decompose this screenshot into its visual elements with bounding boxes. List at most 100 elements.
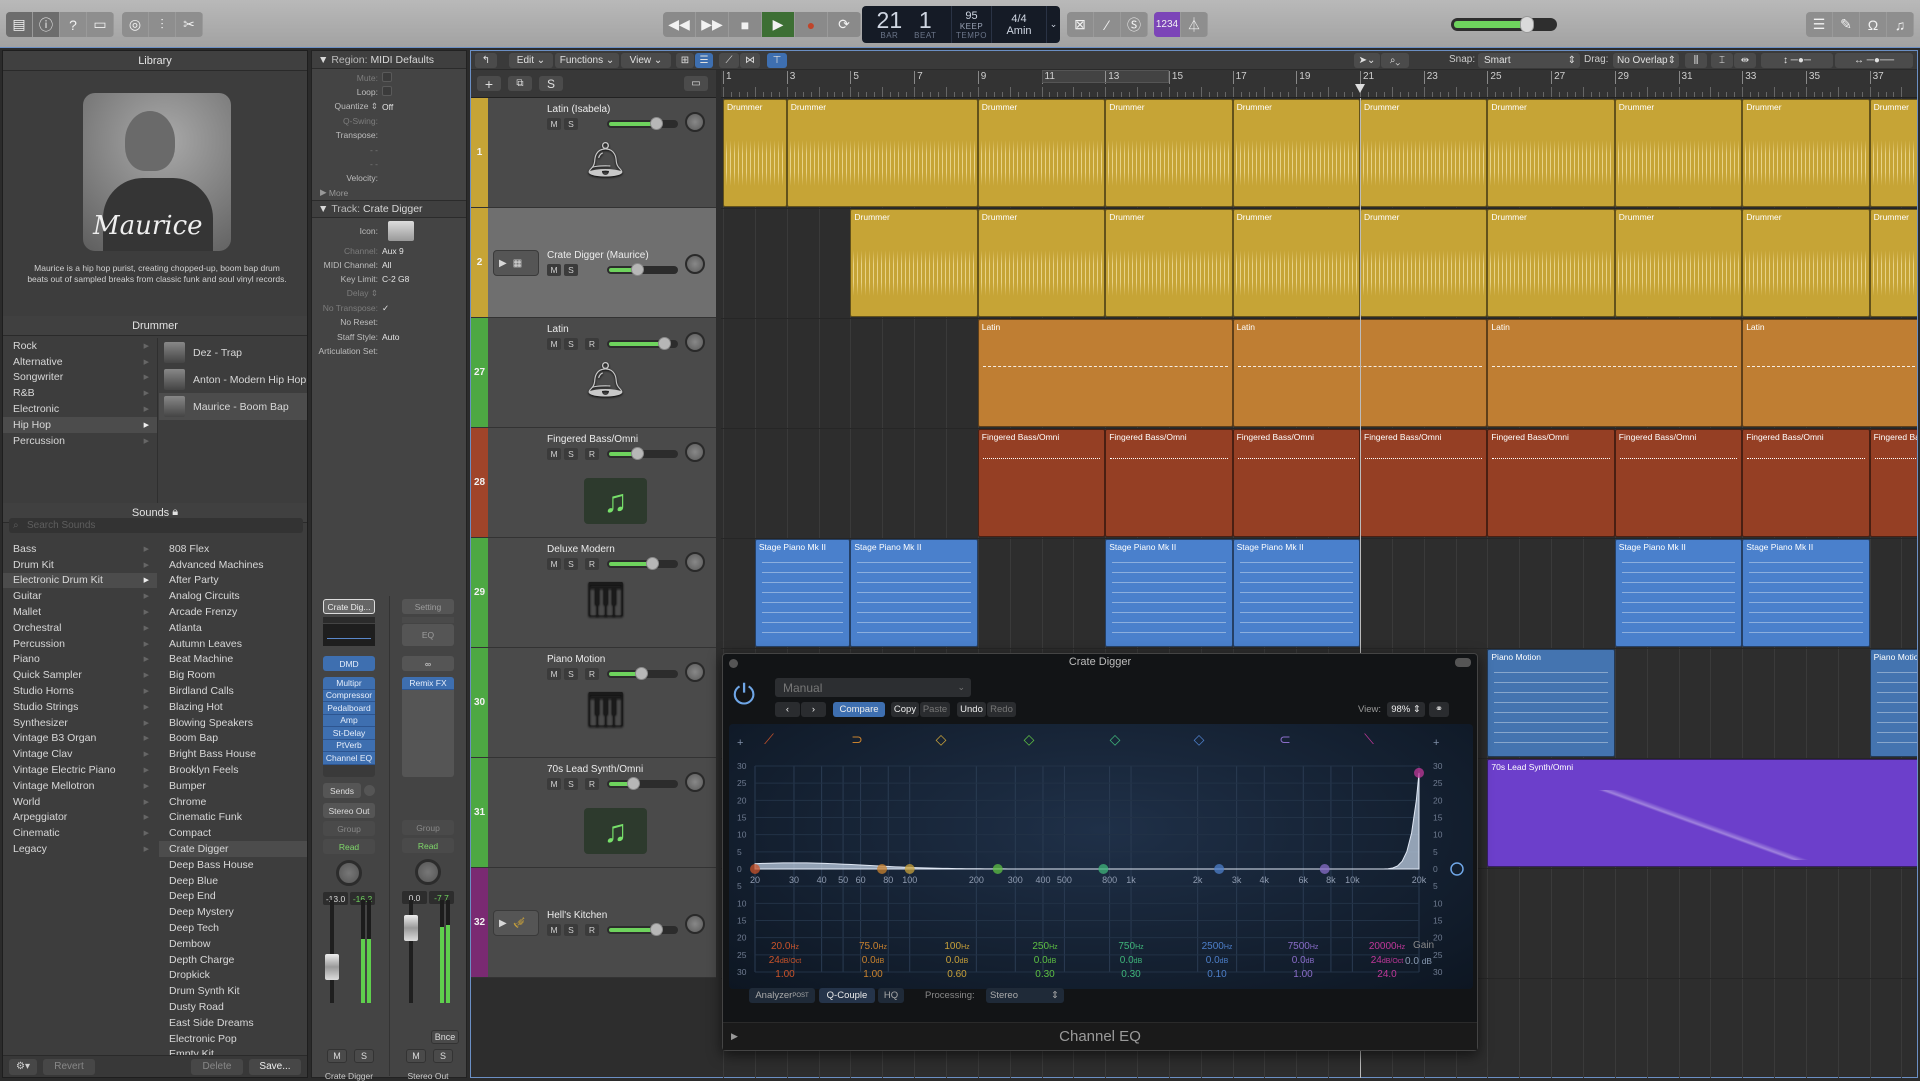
- patch-item[interactable]: Dembow: [159, 936, 307, 952]
- solo-button[interactable]: S: [433, 1049, 453, 1063]
- edit-menu[interactable]: Edit ⌄: [509, 53, 553, 68]
- parameter-value[interactable]: [382, 86, 466, 98]
- copy-button[interactable]: Copy: [891, 702, 919, 717]
- patch-item[interactable]: After Party: [159, 573, 307, 589]
- group-button[interactable]: Group: [402, 820, 454, 835]
- region[interactable]: Drummer: [1232, 209, 1360, 317]
- lcd-chevron-down-icon[interactable]: ⌄: [1047, 6, 1060, 43]
- master-volume-knob[interactable]: [1520, 16, 1534, 33]
- delete-button[interactable]: Delete: [191, 1058, 243, 1075]
- patch-item[interactable]: Advanced Machines: [159, 557, 307, 573]
- patch-item[interactable]: Bright Bass House: [159, 746, 307, 762]
- patch-item[interactable]: Blazing Hot: [159, 699, 307, 715]
- volume-slider[interactable]: [607, 667, 678, 680]
- vertical-fit-icon[interactable]: ⌶: [1711, 53, 1733, 68]
- region[interactable]: Stage Piano Mk II: [1232, 539, 1360, 647]
- pointer-tool-icon[interactable]: ➤⌄: [1354, 53, 1380, 68]
- mute-button[interactable]: M: [547, 264, 561, 276]
- add-track-button[interactable]: +: [477, 76, 501, 92]
- pan-knob[interactable]: [685, 112, 705, 132]
- patch-item[interactable]: Electronic Pop: [159, 1031, 307, 1047]
- track-header[interactable]: 32 Hell's Kitchen M S R ▶ 🎺︎: [471, 868, 716, 978]
- smart-controls-icon[interactable]: ◎: [122, 12, 149, 37]
- pan-knob[interactable]: [685, 772, 705, 792]
- eq-thumbnail[interactable]: [323, 624, 375, 646]
- processing-select[interactable]: Stereo ⇕: [986, 988, 1064, 1003]
- category-item[interactable]: Studio Horns ▶: [3, 683, 157, 699]
- bell-icon[interactable]: ◇: [936, 732, 947, 748]
- track-inspector-header[interactable]: ▼ Track: Crate Digger: [312, 199, 466, 218]
- compare-button[interactable]: Compare: [833, 702, 885, 717]
- region[interactable]: Drummer: [1869, 99, 1917, 207]
- plugin-slot[interactable]: St-Delay: [323, 727, 375, 740]
- q-couple-button[interactable]: Q-Couple: [819, 988, 875, 1003]
- genre-item[interactable]: Hip Hop ▶: [3, 416, 157, 433]
- browser-icon[interactable]: ♫: [1887, 12, 1914, 37]
- analyzer-button[interactable]: Analyzer POST: [749, 988, 815, 1003]
- metronome-icon[interactable]: ⏃: [1181, 12, 1208, 37]
- volume-slider[interactable]: [607, 923, 678, 936]
- region[interactable]: Stage Piano Mk II: [1742, 539, 1870, 647]
- region[interactable]: Fingered Bass/Omni: [1742, 429, 1870, 537]
- volume-knob[interactable]: [631, 447, 644, 460]
- mute-button[interactable]: M: [547, 118, 561, 130]
- region[interactable]: 70s Lead Synth/Omni: [1487, 759, 1917, 867]
- low-cut-icon[interactable]: ⟋: [764, 732, 774, 748]
- region[interactable]: Drummer: [1232, 99, 1360, 207]
- bell-icon[interactable]: ◇: [1024, 732, 1035, 748]
- region[interactable]: Drummer: [1487, 99, 1615, 207]
- region[interactable]: Drummer: [1105, 209, 1233, 317]
- gear-icon[interactable]: ⚙▾: [9, 1058, 37, 1075]
- volume-slider[interactable]: [607, 117, 678, 130]
- patch-item[interactable]: Deep Mystery: [159, 904, 307, 920]
- plugin-slot[interactable]: Channel EQ: [323, 752, 375, 765]
- genre-item[interactable]: R&B ▶: [3, 385, 157, 401]
- plugin-slot[interactable]: Multipr: [323, 677, 375, 690]
- genre-item[interactable]: Electronic ▶: [3, 401, 157, 417]
- bounce-button[interactable]: Bnce: [431, 1030, 459, 1044]
- save-button[interactable]: Save...: [249, 1058, 301, 1075]
- eq-band-readout[interactable]: 750Hz 0.0dB 0.30: [1099, 940, 1163, 981]
- patch-item[interactable]: Drum Synth Kit: [159, 983, 307, 999]
- mixer-icon[interactable]: ⫶: [149, 12, 176, 37]
- link-icon[interactable]: ⚭: [1429, 702, 1449, 717]
- mute-button[interactable]: M: [327, 1049, 347, 1063]
- patch-item[interactable]: Dropkick: [159, 968, 307, 984]
- pan-knob[interactable]: [685, 332, 705, 352]
- track-header[interactable]: 31 70s Lead Synth/Omni M S R ♫: [471, 758, 716, 868]
- zoom-tool-icon[interactable]: ⌕⌄: [1381, 53, 1409, 68]
- region[interactable]: Drummer: [1742, 99, 1870, 207]
- cycle-region[interactable]: [1041, 70, 1169, 83]
- back-icon[interactable]: ↰: [475, 53, 497, 68]
- category-item[interactable]: Vintage Clav ▶: [3, 746, 157, 762]
- hq-button[interactable]: HQ: [878, 988, 904, 1003]
- region[interactable]: Drummer: [1360, 209, 1488, 317]
- track-header[interactable]: 27 Latin M S R 🔔︎: [471, 318, 716, 428]
- region[interactable]: Latin: [1742, 319, 1917, 427]
- pan-knob[interactable]: [685, 552, 705, 572]
- solo-button[interactable]: S: [564, 118, 578, 130]
- region[interactable]: Drummer: [1360, 99, 1488, 207]
- snap-select[interactable]: Smart ⇕: [1478, 53, 1580, 68]
- region[interactable]: Fingered Bass/Omni: [1360, 429, 1488, 537]
- region[interactable]: Fingered Bass/Omni: [1487, 429, 1615, 537]
- notepad-icon[interactable]: ✎: [1833, 12, 1860, 37]
- genre-item[interactable]: Alternative ▶: [3, 354, 157, 370]
- region[interactable]: Fingered Bass/Omni: [977, 429, 1106, 537]
- volume-slider[interactable]: [607, 263, 678, 276]
- bell-icon[interactable]: ◇: [1194, 732, 1205, 748]
- playhead-marker[interactable]: [1355, 84, 1365, 93]
- patch-item[interactable]: Beat Machine: [159, 652, 307, 668]
- category-item[interactable]: Legacy ▶: [3, 841, 157, 857]
- volume-knob[interactable]: [658, 337, 671, 350]
- setting-button[interactable]: Setting: [402, 599, 454, 614]
- volume-fader-track[interactable]: [330, 900, 334, 1003]
- master-volume-slider[interactable]: [1451, 16, 1557, 33]
- automation-mode-button[interactable]: Read: [402, 838, 454, 853]
- volume-fader-handle[interactable]: [325, 954, 339, 980]
- volume-slider[interactable]: [607, 337, 678, 350]
- global-solo-button[interactable]: S: [539, 76, 563, 91]
- bell-icon[interactable]: ◇: [1110, 732, 1121, 748]
- region[interactable]: Drummer: [977, 209, 1106, 317]
- automation-mode-button[interactable]: Read: [323, 839, 375, 854]
